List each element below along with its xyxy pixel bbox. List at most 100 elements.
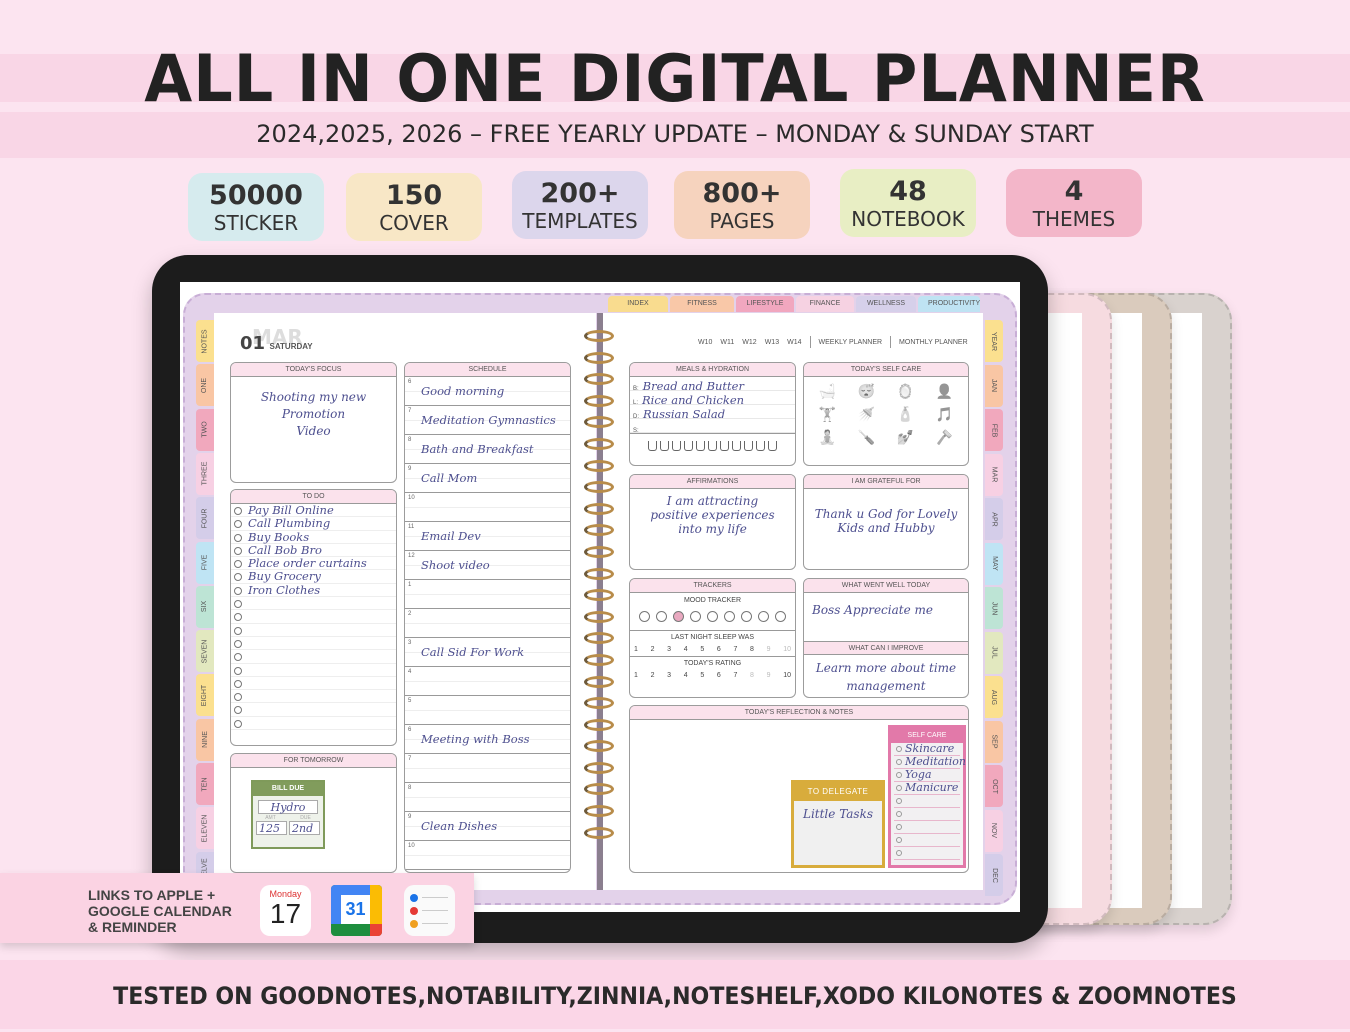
checkbox[interactable] — [896, 798, 902, 804]
schedule-row[interactable]: 3 Call Sid For Work — [405, 638, 570, 667]
self-care-note[interactable]: SELF CARE Skincare Meditation Yoga Manicure — [888, 725, 966, 868]
notebook-tab-one[interactable]: ONE — [196, 364, 214, 407]
schedule-row[interactable]: 6 Meeting with Boss — [405, 725, 570, 754]
mood-face-icon[interactable] — [775, 611, 786, 622]
tab-wellness[interactable]: WELLNESS — [856, 296, 916, 312]
month-tab-feb[interactable]: FEB — [985, 409, 1003, 451]
schedule-row[interactable]: 5 — [405, 696, 570, 725]
notebook-tab-six[interactable]: SIX — [196, 585, 214, 628]
face-mask-icon[interactable]: 👤 — [925, 383, 964, 400]
affirmations-box[interactable]: AFFIRMATIONS I am attracting positive exp… — [629, 474, 796, 570]
schedule-row[interactable]: 11 Email Dev — [405, 522, 570, 551]
water-tracker[interactable] — [630, 433, 795, 456]
checkbox[interactable] — [896, 746, 902, 752]
sleep-option[interactable]: 9 — [767, 646, 771, 653]
sleep-scale[interactable]: 1 2 3 4 5 6 7 8 9 10 — [630, 641, 795, 657]
todo-item[interactable]: Call Plumbing — [231, 516, 396, 531]
notebook-tab-four[interactable]: FOUR — [196, 497, 214, 540]
for-tomorrow-box[interactable]: FOR TOMORROW BILL DUE Hydro AMT DUE 125 2… — [230, 753, 397, 873]
sleep-option[interactable]: 2 — [651, 646, 655, 653]
schedule-row[interactable]: 12 Shoot video — [405, 551, 570, 580]
month-tab-nov[interactable]: NOV — [985, 809, 1003, 852]
schedule-box[interactable]: SCHEDULE 6 Good morning 7 Meditation Gymnas… — [404, 362, 571, 873]
apple-calendar-icon[interactable]: Monday 17 — [260, 885, 311, 936]
todays-focus-box[interactable]: TODAY'S FOCUS Shooting my new Promotion Vi… — [230, 362, 397, 483]
water-cup-icon[interactable] — [732, 441, 741, 451]
todo-item[interactable] — [231, 690, 396, 704]
todo-item[interactable]: Call Bob Bro — [231, 543, 396, 558]
month-tab-jan[interactable]: JAN — [985, 364, 1003, 407]
checkbox[interactable] — [234, 666, 242, 675]
water-cup-icon[interactable] — [672, 441, 681, 451]
checkbox[interactable] — [234, 613, 242, 622]
mood-tracker[interactable] — [630, 604, 795, 631]
sleep-option[interactable]: 3 — [667, 646, 671, 653]
rating-option[interactable]: 5 — [700, 672, 704, 679]
water-cup-icon[interactable] — [756, 441, 765, 451]
reminders-icon[interactable] — [404, 885, 455, 936]
rating-option[interactable]: 7 — [733, 672, 737, 679]
checkbox[interactable] — [234, 693, 242, 702]
tab-productivity[interactable]: PRODUCTIVITY — [918, 296, 980, 312]
todo-item[interactable]: Pay Bill Online — [231, 503, 396, 518]
rating-option[interactable]: 8 — [750, 672, 754, 679]
sleep-option[interactable]: 1 — [634, 646, 638, 653]
schedule-row[interactable]: 8 Bath and Breakfast — [405, 435, 570, 464]
water-cup-icon[interactable] — [684, 441, 693, 451]
todo-item[interactable] — [231, 610, 396, 624]
checkbox[interactable] — [896, 811, 902, 817]
todo-item[interactable] — [231, 677, 396, 691]
checkbox[interactable] — [234, 653, 242, 662]
schedule-row[interactable]: 8 — [405, 783, 570, 812]
todo-item[interactable] — [231, 703, 396, 717]
dumbbell-icon[interactable]: 🏋 — [808, 406, 847, 423]
todo-box[interactable]: TO DO Pay Bill Online Call Plumbing Buy Bo… — [230, 489, 397, 746]
schedule-row[interactable]: 1 — [405, 580, 570, 609]
notebook-tab-three[interactable]: THREE — [196, 452, 214, 495]
sleep-option[interactable]: 6 — [717, 646, 721, 653]
notebook-tab-eight[interactable]: EIGHT — [196, 674, 214, 717]
notebook-tab-nine[interactable]: NINE — [196, 718, 214, 761]
notebook-tab-seven[interactable]: SEVEN — [196, 630, 214, 673]
todo-item[interactable] — [231, 597, 396, 611]
rating-option[interactable]: 9 — [767, 672, 771, 679]
water-cup-icon[interactable] — [708, 441, 717, 451]
month-tab-dec[interactable]: DEC — [985, 854, 1003, 896]
checkbox[interactable] — [234, 719, 242, 728]
notebook-tab-five[interactable]: FIVE — [196, 541, 214, 584]
rating-option[interactable]: 6 — [717, 672, 721, 679]
todo-item[interactable] — [231, 664, 396, 677]
mirror-icon[interactable]: 🪞 — [886, 383, 925, 400]
rating-scale[interactable]: 1 2 3 4 5 6 7 8 9 10 — [630, 667, 795, 679]
sleep-option[interactable]: 8 — [750, 646, 754, 653]
schedule-row[interactable]: 9 Clean Dishes — [405, 812, 570, 841]
todo-item[interactable] — [231, 650, 396, 664]
schedule-row[interactable]: 7 — [405, 754, 570, 783]
tab-index[interactable]: INDEX — [608, 296, 668, 312]
checkbox[interactable] — [896, 759, 902, 765]
month-tab-sep[interactable]: SEP — [985, 720, 1003, 763]
todo-item[interactable]: Buy Grocery — [231, 569, 396, 584]
rating-option[interactable]: 2 — [651, 672, 655, 679]
checkbox[interactable] — [234, 586, 242, 595]
month-tab-may[interactable]: MAY — [985, 542, 1003, 585]
month-tab-year[interactable]: YEAR — [985, 320, 1003, 362]
self-care-item[interactable]: Manicure — [894, 782, 960, 795]
schedule-row[interactable]: 10 — [405, 493, 570, 522]
checkbox[interactable] — [234, 560, 242, 569]
self-care-item[interactable] — [894, 847, 960, 860]
google-calendar-icon[interactable]: 31 — [331, 885, 382, 936]
checkbox[interactable] — [234, 639, 242, 648]
todo-item[interactable] — [231, 637, 396, 651]
rating-option[interactable]: 3 — [667, 672, 671, 679]
to-delegate-note[interactable]: TO DELEGATE Little Tasks — [791, 780, 885, 868]
meditation-icon[interactable]: 🧘 — [808, 429, 847, 446]
self-care-item[interactable] — [894, 795, 960, 808]
meal-row[interactable]: L: Rice and Chicken — [630, 391, 795, 407]
self-care-item[interactable] — [894, 821, 960, 834]
trackers-box[interactable]: TRACKERS MOOD TRACKER LAST NIGHT SLEEP W… — [629, 578, 796, 698]
checkbox[interactable] — [234, 600, 242, 609]
mood-face-icon[interactable] — [673, 611, 684, 622]
todo-item[interactable] — [231, 624, 396, 637]
checkbox[interactable] — [896, 785, 902, 791]
